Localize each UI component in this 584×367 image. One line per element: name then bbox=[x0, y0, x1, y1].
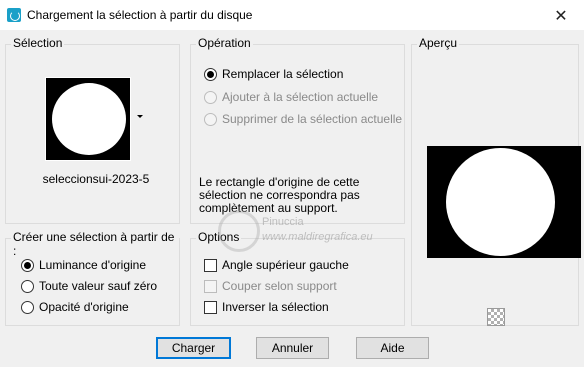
checkbox[interactable] bbox=[204, 258, 217, 272]
radio-button[interactable] bbox=[21, 279, 34, 293]
load-button[interactable]: Charger bbox=[156, 337, 231, 359]
operation-note: Le rectangle d'origine de cette sélectio… bbox=[199, 175, 360, 215]
checkbox-label: Inverser la sélection bbox=[222, 300, 329, 314]
create-from-group-label: Créer une sélection à partir de : bbox=[11, 230, 179, 258]
radio-button bbox=[204, 90, 217, 104]
checkbox-label: Angle supérieur gauche bbox=[222, 258, 349, 272]
help-button[interactable]: Aide bbox=[356, 337, 429, 359]
close-icon: ✕ bbox=[554, 5, 568, 25]
cancel-button[interactable]: Annuler bbox=[256, 337, 329, 359]
title-bar: Chargement la sélection à partir du disq… bbox=[0, 0, 584, 30]
checkerboard-icon[interactable] bbox=[487, 308, 505, 326]
checkbox-invert-selection[interactable]: Inverser la sélection bbox=[204, 300, 329, 314]
window-title: Chargement la sélection à partir du disq… bbox=[27, 8, 253, 22]
checkbox bbox=[204, 279, 217, 293]
radio-button bbox=[204, 112, 217, 126]
preview-group: Aperçu bbox=[411, 36, 581, 326]
selection-shape bbox=[52, 83, 126, 155]
selection-group: Sélection seleccionsui-2023-5 bbox=[5, 36, 180, 224]
radio-subtract-selection: Supprimer de la sélection actuelle bbox=[204, 112, 402, 126]
radio-label: Ajouter à la sélection actuelle bbox=[222, 90, 379, 104]
create-from-group: Créer une sélection à partir de : Lumina… bbox=[5, 230, 180, 326]
checkbox-crop-to-canvas: Couper selon support bbox=[204, 279, 337, 293]
options-group: Options Angle supérieur gauche Couper se… bbox=[190, 230, 405, 326]
options-group-label: Options bbox=[196, 230, 242, 244]
selection-file-name: seleccionsui-2023-5 bbox=[42, 172, 150, 186]
preview-shape bbox=[446, 148, 555, 256]
radio-replace-selection[interactable]: Remplacer la sélection bbox=[204, 67, 343, 81]
selection-thumbnail[interactable] bbox=[45, 77, 131, 161]
operation-group: Opération Remplacer la sélection Ajouter… bbox=[190, 36, 405, 224]
radio-add-selection: Ajouter à la sélection actuelle bbox=[204, 90, 378, 104]
radio-button[interactable] bbox=[204, 67, 217, 81]
radio-label: Toute valeur sauf zéro bbox=[39, 279, 158, 293]
radio-button[interactable] bbox=[21, 258, 34, 272]
radio-label: Opacité d'origine bbox=[39, 300, 129, 314]
radio-original-luminance[interactable]: Luminance d'origine bbox=[21, 258, 146, 272]
checkbox-top-left-corner[interactable]: Angle supérieur gauche bbox=[204, 258, 349, 272]
chevron-down-icon[interactable] bbox=[137, 115, 143, 118]
radio-label: Supprimer de la sélection actuelle bbox=[222, 112, 403, 126]
preview-group-label: Aperçu bbox=[417, 36, 460, 50]
close-button[interactable]: ✕ bbox=[538, 0, 584, 30]
radio-label: Remplacer la sélection bbox=[222, 67, 344, 81]
radio-button[interactable] bbox=[21, 300, 34, 314]
radio-any-nonzero[interactable]: Toute valeur sauf zéro bbox=[21, 279, 157, 293]
app-icon bbox=[7, 8, 21, 22]
selection-group-label: Sélection bbox=[11, 36, 65, 50]
preview-image bbox=[427, 146, 581, 258]
operation-group-label: Opération bbox=[196, 36, 253, 50]
dialog-body: Sélection seleccionsui-2023-5 Opération … bbox=[0, 30, 584, 367]
checkbox-label: Couper selon support bbox=[222, 279, 337, 293]
checkbox[interactable] bbox=[204, 300, 217, 314]
radio-label: Luminance d'origine bbox=[39, 258, 147, 272]
radio-original-opacity[interactable]: Opacité d'origine bbox=[21, 300, 129, 314]
